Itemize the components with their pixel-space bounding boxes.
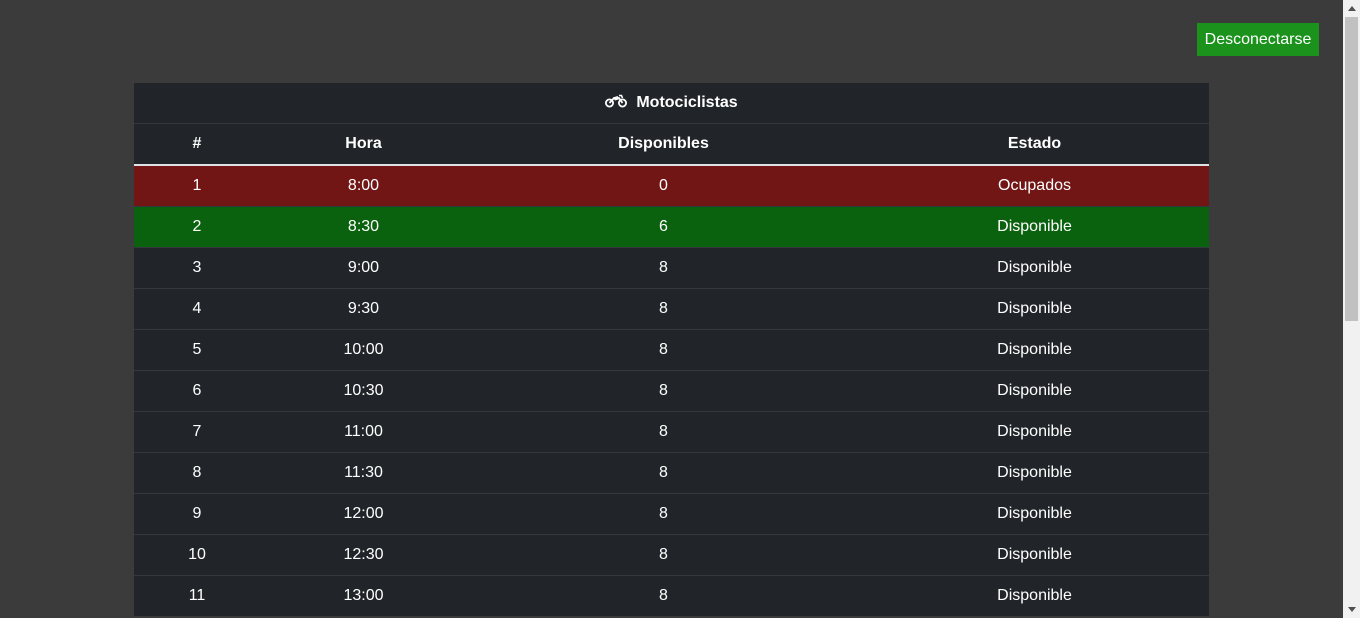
column-header-hora: Hora xyxy=(260,123,467,166)
cell-number: 8 xyxy=(134,452,260,494)
table-row: 2 8:30 6 Disponible xyxy=(134,206,1210,248)
cell-estado: Disponible xyxy=(860,575,1210,616)
cell-number: 3 xyxy=(134,247,260,289)
cell-hora: 11:30 xyxy=(260,452,467,494)
cell-estado: Disponible xyxy=(860,288,1210,330)
cell-number: 1 xyxy=(134,164,260,207)
cell-estado: Disponible xyxy=(860,452,1210,494)
cell-disponibles: 0 xyxy=(467,164,860,207)
motorcycle-icon xyxy=(605,94,628,113)
cell-hora: 12:30 xyxy=(260,534,467,576)
column-header-estado: Estado xyxy=(860,123,1210,166)
cell-number: 9 xyxy=(134,493,260,535)
scrollbar-thumb[interactable] xyxy=(1345,17,1358,321)
schedule-table-container: Motociclistas # Hora Disponibles Estado … xyxy=(134,83,1210,616)
cell-estado: Disponible xyxy=(860,206,1210,248)
cell-number: 7 xyxy=(134,411,260,453)
vertical-scrollbar[interactable] xyxy=(1343,0,1360,618)
table-body: 1 8:00 0 Ocupados 2 8:30 6 Disponible 3 9:00 8 Disp… xyxy=(134,164,1210,616)
logout-button[interactable]: Desconectarse xyxy=(1197,23,1319,56)
cell-disponibles: 8 xyxy=(467,575,860,616)
table-row: 3 9:00 8 Disponible xyxy=(134,247,1210,289)
cell-number: 10 xyxy=(134,534,260,576)
cell-disponibles: 8 xyxy=(467,493,860,535)
page: Desconectarse Motociclistas # Hora Dispo… xyxy=(0,0,1343,618)
cell-hora: 8:30 xyxy=(260,206,467,248)
cell-estado: Ocupados xyxy=(860,164,1210,207)
cell-estado: Disponible xyxy=(860,247,1210,289)
table-row: 9 12:00 8 Disponible xyxy=(134,493,1210,535)
table-row: 7 11:00 8 Disponible xyxy=(134,411,1210,453)
cell-number: 2 xyxy=(134,206,260,248)
table-row: 4 9:30 8 Disponible xyxy=(134,288,1210,330)
table-row: 8 11:30 8 Disponible xyxy=(134,452,1210,494)
cell-estado: Disponible xyxy=(860,493,1210,535)
cell-hora: 13:00 xyxy=(260,575,467,616)
schedule-table: Motociclistas # Hora Disponibles Estado … xyxy=(134,83,1210,616)
scroll-up-arrow-icon[interactable] xyxy=(1343,0,1360,17)
cell-estado: Disponible xyxy=(860,370,1210,412)
cell-disponibles: 8 xyxy=(467,411,860,453)
cell-number: 11 xyxy=(134,575,260,616)
column-header-disponibles: Disponibles xyxy=(467,123,860,166)
cell-hora: 10:30 xyxy=(260,370,467,412)
cell-disponibles: 8 xyxy=(467,288,860,330)
cell-number: 6 xyxy=(134,370,260,412)
cell-disponibles: 8 xyxy=(467,452,860,494)
cell-hora: 9:30 xyxy=(260,288,467,330)
table-caption-row: Motociclistas xyxy=(134,83,1209,124)
table-caption: Motociclistas xyxy=(134,83,1209,124)
cell-estado: Disponible xyxy=(860,411,1210,453)
table-title: Motociclistas xyxy=(636,94,738,111)
cell-hora: 10:00 xyxy=(260,329,467,371)
cell-estado: Disponible xyxy=(860,329,1210,371)
table-row: 1 8:00 0 Ocupados xyxy=(134,164,1210,207)
table-header-row: # Hora Disponibles Estado xyxy=(134,123,1210,166)
cell-hora: 9:00 xyxy=(260,247,467,289)
cell-hora: 12:00 xyxy=(260,493,467,535)
scroll-down-arrow-icon[interactable] xyxy=(1343,601,1360,618)
cell-hora: 11:00 xyxy=(260,411,467,453)
cell-disponibles: 8 xyxy=(467,534,860,576)
cell-number: 4 xyxy=(134,288,260,330)
cell-disponibles: 8 xyxy=(467,329,860,371)
cell-disponibles: 6 xyxy=(467,206,860,248)
cell-estado: Disponible xyxy=(860,534,1210,576)
cell-disponibles: 8 xyxy=(467,370,860,412)
table-row: 11 13:00 8 Disponible xyxy=(134,575,1210,616)
table-row: 5 10:00 8 Disponible xyxy=(134,329,1210,371)
table-row: 6 10:30 8 Disponible xyxy=(134,370,1210,412)
table-row: 10 12:30 8 Disponible xyxy=(134,534,1210,576)
cell-number: 5 xyxy=(134,329,260,371)
cell-disponibles: 8 xyxy=(467,247,860,289)
cell-hora: 8:00 xyxy=(260,164,467,207)
column-header-number: # xyxy=(134,123,260,166)
